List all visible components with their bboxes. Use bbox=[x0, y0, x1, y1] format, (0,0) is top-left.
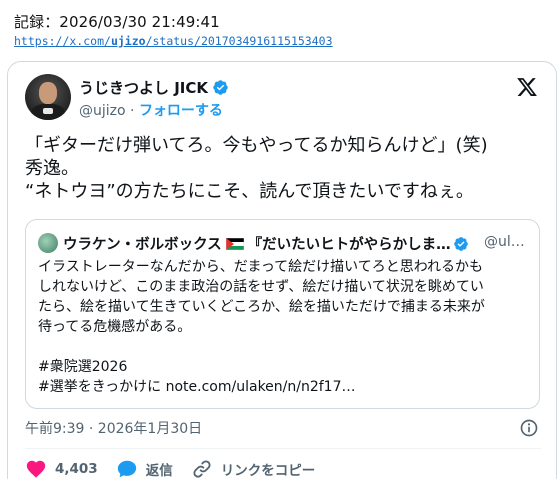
quoted-text-line-4: 待ってる危機感がある。 bbox=[38, 319, 192, 335]
like-button[interactable]: 4,403 bbox=[25, 458, 98, 479]
avatar-mark bbox=[43, 108, 53, 114]
post-text-line-2: 秀逸。 bbox=[25, 158, 79, 179]
post-text: 「ギターだけ弾いてろ。今もやってるか知らんけど」(笑) 秀逸。 “ネトウヨ”の方… bbox=[25, 134, 545, 203]
quoted-link-line[interactable]: #選挙をきっかけに note.com/ulaken/n/n2f17… bbox=[38, 377, 530, 397]
speech-bubble-icon bbox=[117, 460, 136, 478]
heart-icon bbox=[26, 460, 46, 478]
handle-row: @ujizo · フォローする bbox=[79, 100, 223, 120]
quoted-text-line-5 bbox=[38, 337, 530, 357]
avatar-face bbox=[39, 82, 57, 104]
quoted-post[interactable]: ウラケン・ボルボックス 『だいたいヒトがやらかしま… @ul… イラストレーター… bbox=[25, 219, 540, 409]
url-suffix: /status/2017034916115153403 bbox=[145, 34, 333, 48]
divider bbox=[25, 448, 541, 449]
source-url-link[interactable]: https://x.com/ujizo/status/2017034916115… bbox=[14, 34, 333, 48]
reply-label: 返信 bbox=[145, 463, 173, 479]
quoted-author-name: ウラケン・ボルボックス 『だいたいヒトがやらかしま… bbox=[63, 233, 469, 254]
author-handle[interactable]: @ujizo bbox=[79, 103, 126, 119]
quoted-author-avatar bbox=[38, 233, 58, 253]
author-name[interactable]: うじきつよし JICK bbox=[79, 77, 208, 98]
embedded-post-card[interactable]: うじきつよし JICK @ujizo · フォローする 「ギターだけ弾いてろ。今… bbox=[7, 61, 557, 479]
info-icon[interactable] bbox=[519, 418, 539, 438]
quoted-author-name-part2: 『だいたいヒトがやらかしま… bbox=[247, 237, 451, 253]
quoted-author-name-part1: ウラケン・ボルボックス bbox=[63, 237, 222, 253]
palestine-flag-icon bbox=[225, 237, 244, 250]
author-avatar[interactable] bbox=[25, 74, 71, 120]
url-prefix: https://x.com/ bbox=[14, 34, 111, 48]
verified-badge-icon bbox=[453, 236, 468, 251]
post-text-line-3: “ネトウヨ”の方たちにこそ、読んで頂きたいですねぇ。 bbox=[25, 181, 474, 202]
separator-dot: · bbox=[130, 103, 135, 119]
action-bar: 4,403 返信 リンクをコピー bbox=[25, 458, 333, 479]
quoted-text-line-2: しれないけど、このまま政治の話をせず、絵だけ描いて状況を眺めてい bbox=[38, 279, 484, 295]
like-count: 4,403 bbox=[55, 461, 98, 477]
copy-link-label: リンクをコピー bbox=[220, 463, 316, 479]
verified-badge-icon bbox=[213, 80, 228, 95]
copy-link-button[interactable]: リンクをコピー bbox=[191, 458, 316, 479]
quoted-author-handle: @ul… bbox=[484, 234, 525, 250]
reply-button[interactable]: 返信 bbox=[116, 458, 173, 479]
link-icon bbox=[193, 460, 211, 478]
record-timestamp: 記録：2026/03/30 21:49:41 bbox=[14, 13, 220, 31]
x-logo-icon[interactable] bbox=[516, 76, 538, 98]
author-name-row[interactable]: うじきつよし JICK bbox=[79, 77, 229, 98]
url-user: ujizo bbox=[110, 34, 146, 48]
quoted-post-text: イラストレーターなんだから、だまって絵だけ描いてろと思われるかも しれないけど、… bbox=[38, 257, 530, 397]
follow-button[interactable]: フォローする bbox=[139, 103, 223, 119]
post-text-line-1: 「ギターだけ弾いてろ。今もやってるか知らんけど」(笑) bbox=[25, 135, 488, 156]
quoted-text-line-3: たら、絵を描いて生きていくどころか、絵を描いただけで捕まる未来が bbox=[38, 299, 485, 315]
quoted-text-line-1: イラストレーターなんだから、だまって絵だけ描いてろと思われるかも bbox=[38, 259, 484, 275]
post-timestamp[interactable]: 午前9:39 · 2026年1月30日 bbox=[25, 418, 202, 438]
quoted-hashtag-line[interactable]: #衆院選2026 bbox=[38, 357, 530, 377]
